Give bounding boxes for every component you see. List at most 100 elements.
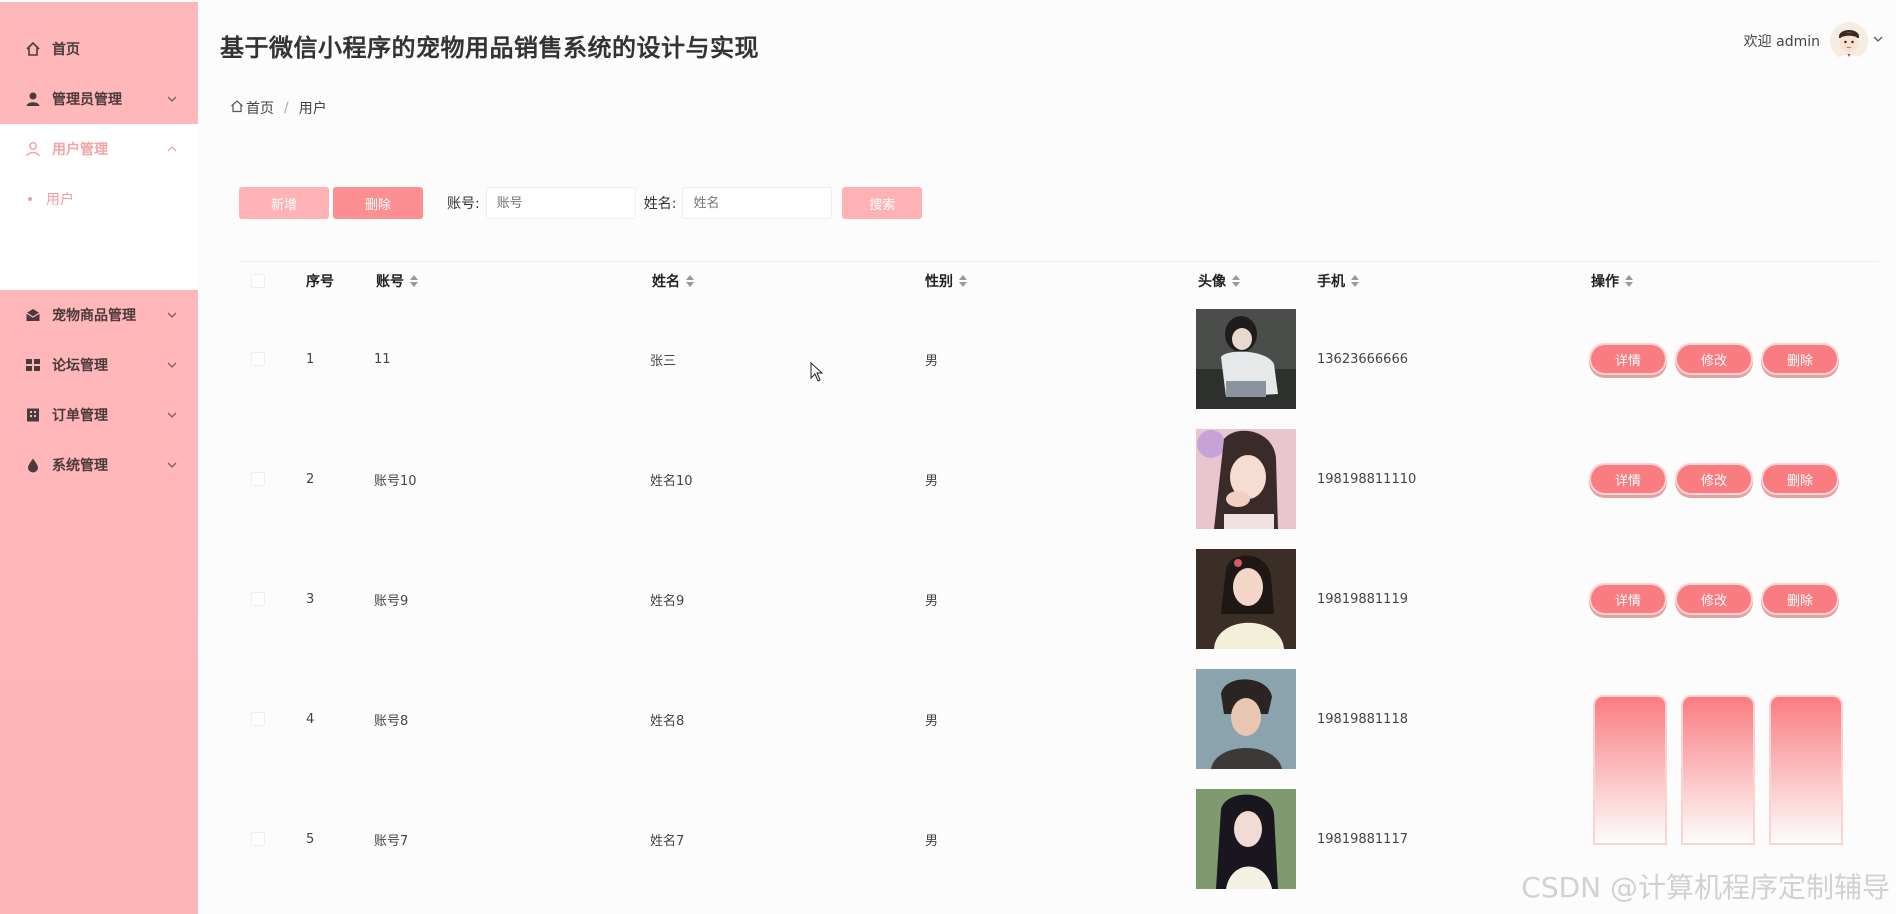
name-input[interactable]: [682, 187, 833, 219]
column-header-actions[interactable]: 操作: [1591, 271, 1633, 291]
cell-phone: 19819881117: [1317, 831, 1408, 847]
cell-name: 姓名8: [650, 713, 685, 729]
detail-button[interactable]: 详情: [1589, 583, 1667, 615]
chevron-down-icon: [166, 459, 178, 471]
row-actions: 详情 修改 删除: [1589, 343, 1847, 375]
user-icon: [24, 90, 42, 108]
drop-icon: [24, 456, 42, 474]
sort-icon[interactable]: [686, 274, 694, 287]
delete-row-button[interactable]: 删除: [1761, 583, 1839, 615]
sort-icon[interactable]: [959, 274, 967, 287]
detail-button[interactable]: 详情: [1589, 343, 1667, 375]
row-checkbox[interactable]: [251, 832, 265, 846]
sidebar-item-users[interactable]: 用户管理: [0, 124, 198, 174]
cell-account: 账号7: [374, 833, 409, 849]
cell-gender: 男: [925, 473, 939, 489]
sort-icon[interactable]: [1351, 274, 1359, 287]
delete-button[interactable]: 删除: [333, 187, 423, 219]
sort-icon[interactable]: [1625, 274, 1633, 287]
cell-no: 4: [306, 711, 315, 727]
cell-name: 姓名9: [650, 593, 685, 609]
table-row: 1 11 张三 男 13623666666 详情 修改 删除: [239, 299, 1879, 419]
sidebar-item-home[interactable]: 首页: [0, 24, 198, 74]
edit-button[interactable]: 修改: [1675, 463, 1753, 495]
grid-icon: [24, 356, 42, 374]
user-outline-icon: [24, 140, 42, 158]
select-all-checkbox[interactable]: [251, 273, 265, 288]
welcome-text: 欢迎 admin: [1743, 34, 1820, 50]
chevron-down-icon[interactable]: [1872, 33, 1884, 49]
sidebar-item-label: 宠物商品管理: [52, 308, 136, 324]
cell-phone: 19819881119: [1317, 591, 1408, 607]
search-button[interactable]: 搜索: [842, 187, 923, 219]
sidebar-item-forum[interactable]: 论坛管理: [0, 340, 198, 390]
sort-icon[interactable]: [410, 274, 418, 287]
submenu-item-users[interactable]: 用户: [0, 174, 198, 224]
sidebar-item-label: 管理员管理: [52, 92, 122, 108]
sidebar-item-orders[interactable]: 订单管理: [0, 390, 198, 440]
cell-name: 张三: [650, 353, 677, 369]
avatar-photo[interactable]: [1196, 789, 1296, 889]
cell-no: 1: [306, 351, 315, 367]
column-header-phone[interactable]: 手机: [1317, 271, 1359, 291]
sidebar-item-label: 用户管理: [52, 142, 108, 158]
row-checkbox[interactable]: [251, 592, 265, 606]
add-button[interactable]: 新增: [239, 187, 329, 219]
avatar-photo[interactable]: [1196, 429, 1296, 529]
column-header-gender[interactable]: 性别: [925, 271, 967, 291]
breadcrumb-current: 用户: [298, 101, 327, 117]
chevron-down-icon: [166, 409, 178, 421]
breadcrumb-home[interactable]: 首页: [246, 98, 274, 118]
sidebar-item-admin[interactable]: 管理员管理: [0, 74, 198, 124]
row-actions: 详情 修改 删除: [1589, 583, 1847, 615]
row-checkbox[interactable]: [251, 712, 265, 726]
users-submenu: 用户: [0, 174, 198, 290]
sidebar-top-strip: [0, 0, 198, 2]
sidebar-item-pet-goods[interactable]: 宠物商品管理: [0, 290, 198, 340]
sidebar-item-label: 订单管理: [52, 408, 108, 424]
avatar[interactable]: [1830, 22, 1868, 60]
sort-icon[interactable]: [1232, 274, 1240, 287]
delete-row-button[interactable]: 删除: [1761, 343, 1839, 375]
edit-button[interactable]: 修改: [1675, 583, 1753, 615]
account-input[interactable]: [485, 187, 636, 219]
detail-button[interactable]: 详情: [1589, 463, 1667, 495]
table-row: 3 账号9 姓名9 男 19819881119 详情 修改 删除: [239, 539, 1879, 659]
name-label: 姓名:: [643, 196, 677, 212]
cell-account: 账号8: [374, 713, 409, 729]
breadcrumb: 首页 / 用户: [230, 98, 327, 118]
chevron-down-icon: [166, 309, 178, 321]
watermark: CSDN @计算机程序定制辅导: [1521, 871, 1890, 904]
column-header-name[interactable]: 姓名: [652, 271, 694, 291]
delete-row-button[interactable]: 删除: [1761, 463, 1839, 495]
cell-gender: 男: [925, 353, 939, 369]
submenu-item-label: 用户: [46, 192, 74, 208]
user-menu[interactable]: 欢迎 admin: [1744, 22, 1884, 60]
avatar-photo[interactable]: [1196, 309, 1296, 409]
column-header-avatar[interactable]: 头像: [1198, 271, 1240, 291]
sidebar-item-label: 论坛管理: [52, 358, 108, 374]
building-icon: [24, 406, 42, 424]
cell-phone: 13623666666: [1317, 351, 1408, 367]
home-icon: [230, 99, 244, 117]
row-checkbox[interactable]: [251, 472, 265, 486]
chevron-up-icon: [166, 143, 178, 155]
page-title: 基于微信小程序的宠物用品销售系统的设计与实现: [220, 34, 759, 62]
avatar-photo[interactable]: [1196, 549, 1296, 649]
cell-no: 2: [306, 471, 315, 487]
row-checkbox[interactable]: [251, 352, 265, 366]
cell-name: 姓名7: [650, 833, 685, 849]
table-header: 序号 账号 姓名 性别 头像 手机 操作: [239, 261, 1879, 299]
cell-gender: 男: [925, 713, 939, 729]
edit-button[interactable]: 修改: [1675, 343, 1753, 375]
cell-name: 姓名10: [650, 473, 693, 489]
table-row: 2 账号10 姓名10 男 198198811110 详情 修改 删除: [239, 419, 1879, 539]
column-header-account[interactable]: 账号: [376, 271, 418, 291]
avatar-photo[interactable]: [1196, 669, 1296, 769]
row-actions: 详情 修改 删除: [1589, 463, 1847, 495]
sidebar-item-system[interactable]: 系统管理: [0, 440, 198, 490]
toolbar: 新增 删除 账号: 姓名: 搜索: [239, 187, 923, 219]
home-icon: [24, 40, 42, 58]
sidebar: 首页 管理员管理 用户管理 用户 宠物商品管理 论坛管理 订单管理 系统管理: [0, 0, 198, 914]
sidebar-item-label: 系统管理: [52, 458, 108, 474]
